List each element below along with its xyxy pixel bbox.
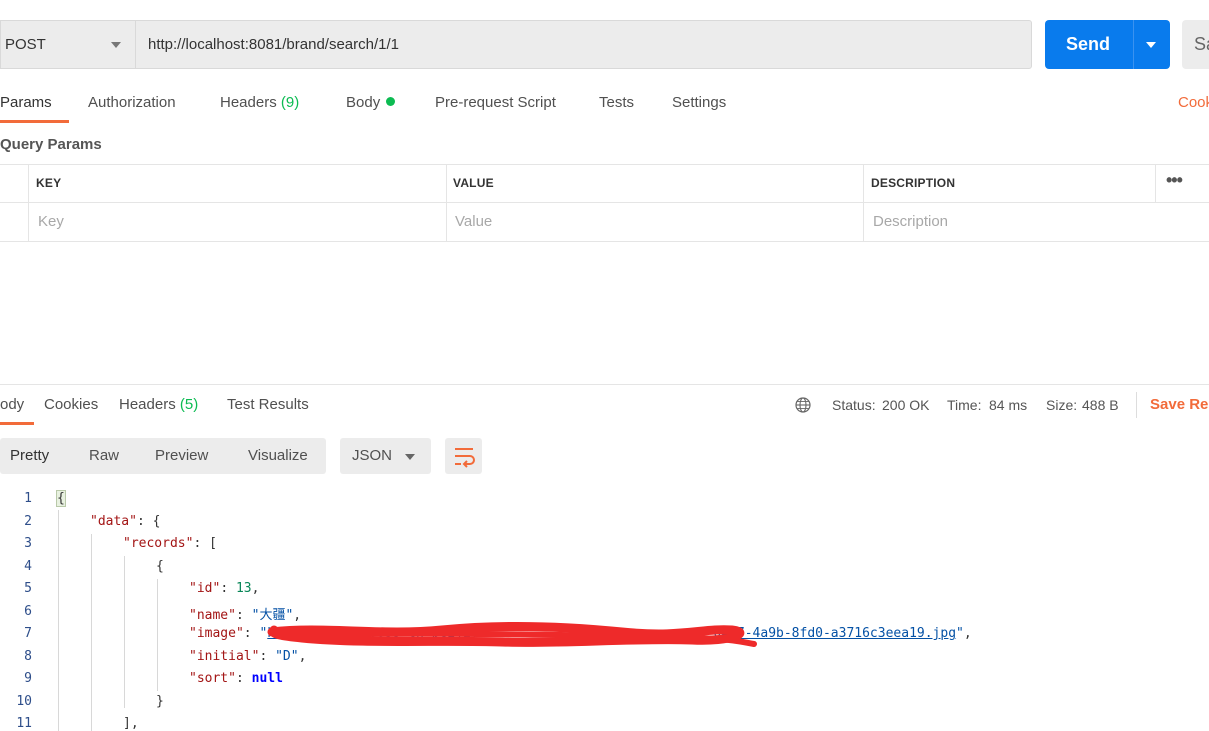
table-border-bottom bbox=[0, 241, 1209, 242]
key-input[interactable]: Key bbox=[38, 213, 64, 230]
tab-test-results[interactable]: Test Results bbox=[227, 396, 309, 413]
line-number: 7 bbox=[24, 626, 32, 641]
table-col-divider bbox=[1155, 164, 1156, 202]
sort-value: null bbox=[251, 671, 283, 686]
save-response-button[interactable]: Save Res bbox=[1150, 396, 1209, 413]
line-number: 2 bbox=[24, 514, 32, 529]
tab-params[interactable]: Params bbox=[0, 94, 52, 111]
line-number: 3 bbox=[24, 536, 32, 551]
format-label: JSON bbox=[352, 447, 393, 464]
tab-response-headers[interactable]: Headers (5) bbox=[119, 396, 198, 413]
time-label: Time: bbox=[947, 397, 982, 413]
code-line: "records": [ bbox=[123, 536, 217, 551]
active-response-tab-indicator bbox=[0, 422, 34, 425]
line-number: 6 bbox=[24, 604, 32, 619]
tab-authorization[interactable]: Authorization bbox=[88, 94, 176, 111]
cookies-link[interactable]: Cook bbox=[1178, 94, 1209, 111]
body-indicator-dot bbox=[386, 97, 396, 106]
url-text: http://localhost:8081/brand/search/1/1 bbox=[148, 36, 400, 53]
tab-response-body[interactable]: ody bbox=[0, 396, 24, 413]
table-col-divider bbox=[863, 164, 864, 241]
status-label: Status: bbox=[832, 397, 876, 413]
tab-tests[interactable]: Tests bbox=[599, 94, 634, 111]
tab-body[interactable]: Body bbox=[346, 94, 396, 111]
send-options-button[interactable] bbox=[1133, 20, 1170, 69]
value-input[interactable]: Value bbox=[455, 213, 492, 230]
line-number: 10 bbox=[16, 694, 32, 709]
line-number: 8 bbox=[24, 649, 32, 664]
initial-value: "D" bbox=[275, 649, 299, 664]
code-line: "sort": null bbox=[189, 671, 283, 686]
response-headers-count: (5) bbox=[179, 396, 199, 413]
table-col-divider bbox=[446, 164, 447, 241]
tab-headers[interactable]: Headers (9) bbox=[220, 94, 299, 111]
indent-guide bbox=[124, 556, 125, 708]
chevron-down-icon bbox=[111, 42, 121, 48]
size-value: 488 B bbox=[1082, 397, 1119, 413]
time-value: 84 ms bbox=[989, 397, 1028, 413]
table-border-top bbox=[0, 164, 1209, 165]
save-button[interactable]: Sa bbox=[1182, 20, 1209, 69]
more-options-icon[interactable]: ••• bbox=[1166, 170, 1183, 191]
query-params-title: Query Params bbox=[0, 136, 102, 153]
column-header-value: VALUE bbox=[453, 176, 494, 190]
url-input[interactable]: http://localhost:8081/brand/search/1/1 bbox=[135, 20, 1032, 69]
code-line: ], bbox=[123, 716, 139, 731]
send-button[interactable]: Send bbox=[1045, 20, 1133, 69]
table-col-divider bbox=[28, 164, 29, 241]
save-label: Sa bbox=[1194, 34, 1209, 54]
code-line: } bbox=[156, 694, 164, 709]
status-separator bbox=[1136, 392, 1137, 418]
tab-body-label: Body bbox=[346, 94, 381, 111]
tab-pre-request-script[interactable]: Pre-request Script bbox=[435, 94, 556, 111]
wrap-lines-button[interactable] bbox=[445, 438, 482, 474]
line-number: 11 bbox=[16, 716, 32, 731]
format-select[interactable]: JSON bbox=[340, 438, 431, 474]
response-divider bbox=[0, 384, 1209, 385]
chevron-down-icon bbox=[1146, 42, 1156, 48]
method-label: POST bbox=[5, 36, 46, 53]
view-preview-button[interactable]: Preview bbox=[155, 447, 208, 464]
line-number: 5 bbox=[24, 581, 32, 596]
code-line: "id": 13, bbox=[189, 581, 260, 596]
description-input[interactable]: Description bbox=[873, 213, 948, 230]
view-visualize-button[interactable]: Visualize bbox=[248, 447, 308, 464]
column-header-description: DESCRIPTION bbox=[871, 176, 956, 190]
code-line: { bbox=[156, 559, 164, 574]
indent-guide bbox=[58, 510, 59, 731]
status-value: 200 OK bbox=[882, 397, 930, 413]
tab-response-cookies[interactable]: Cookies bbox=[44, 396, 98, 413]
line-number: 9 bbox=[24, 671, 32, 686]
column-header-key: KEY bbox=[36, 176, 62, 190]
redaction-scribble bbox=[267, 621, 757, 647]
tab-response-headers-label: Headers bbox=[119, 396, 176, 413]
headers-count: (9) bbox=[280, 94, 300, 111]
tab-settings[interactable]: Settings bbox=[672, 94, 726, 111]
indent-guide bbox=[157, 579, 158, 691]
chevron-down-icon bbox=[405, 454, 415, 460]
method-select[interactable]: POST bbox=[0, 20, 135, 69]
wrap-lines-icon bbox=[455, 448, 475, 468]
code-line: "initial": "D", bbox=[189, 649, 307, 664]
table-border-mid bbox=[0, 202, 1209, 203]
code-line: { bbox=[56, 490, 66, 507]
active-tab-indicator bbox=[0, 120, 69, 123]
globe-icon[interactable] bbox=[795, 397, 811, 413]
indent-guide bbox=[91, 534, 92, 731]
send-label: Send bbox=[1066, 34, 1111, 54]
view-pretty-button[interactable]: Pretty bbox=[10, 447, 49, 464]
line-number: 1 bbox=[24, 491, 32, 506]
id-value: 13 bbox=[235, 581, 252, 596]
code-line: "data": { bbox=[90, 514, 161, 529]
tab-headers-label: Headers bbox=[220, 94, 277, 111]
size-label: Size: bbox=[1046, 397, 1078, 413]
line-number: 4 bbox=[24, 559, 32, 574]
view-raw-button[interactable]: Raw bbox=[89, 447, 119, 464]
